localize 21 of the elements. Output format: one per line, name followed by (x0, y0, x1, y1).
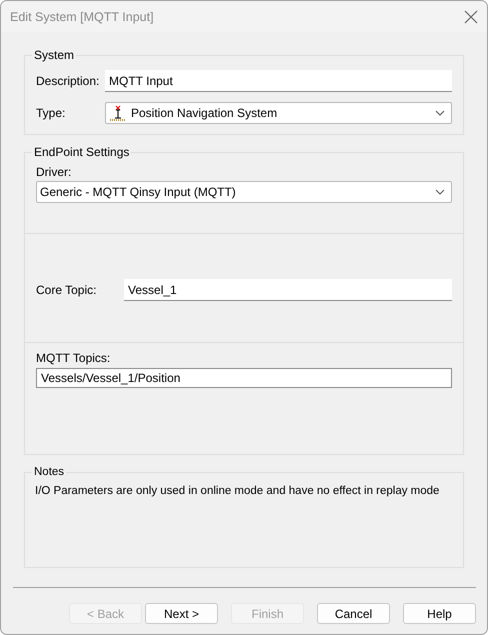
dropdown-caret-icon (435, 110, 445, 116)
field-label: Driver: (36, 165, 72, 179)
antenna-icon (109, 105, 127, 121)
field-label: MQTT Topics: (36, 351, 112, 365)
topics-text-area[interactable]: Vessels/Vessel_1/Position (36, 368, 452, 388)
wizard-button[interactable]: Cancel (317, 603, 390, 624)
close-icon[interactable] (463, 8, 479, 24)
driver-dropdown[interactable]: Generic - MQTT Qinsy Input (MQTT) (36, 181, 452, 203)
field-label: Core Topic: (36, 283, 98, 297)
wizard-button[interactable]: Next > (145, 603, 218, 624)
core-topic-field[interactable]: Vessel_1 (124, 279, 452, 301)
window-title: Edit System [MQTT Input] (10, 10, 154, 24)
group-title: EndPoint Settings (32, 145, 132, 160)
description-field[interactable]: MQTT Input (105, 70, 452, 92)
wizard-button[interactable]: Help (403, 603, 476, 624)
field-label: Description: (36, 74, 100, 88)
type-dropdown[interactable]: Position Navigation System (105, 102, 452, 124)
notes-text: I/O Parameters are only used in online mode and have no effect in replay mode (35, 485, 440, 497)
group-title: System (32, 48, 76, 63)
dropdown-caret-icon (435, 189, 445, 195)
field-label: Type: (36, 106, 66, 120)
